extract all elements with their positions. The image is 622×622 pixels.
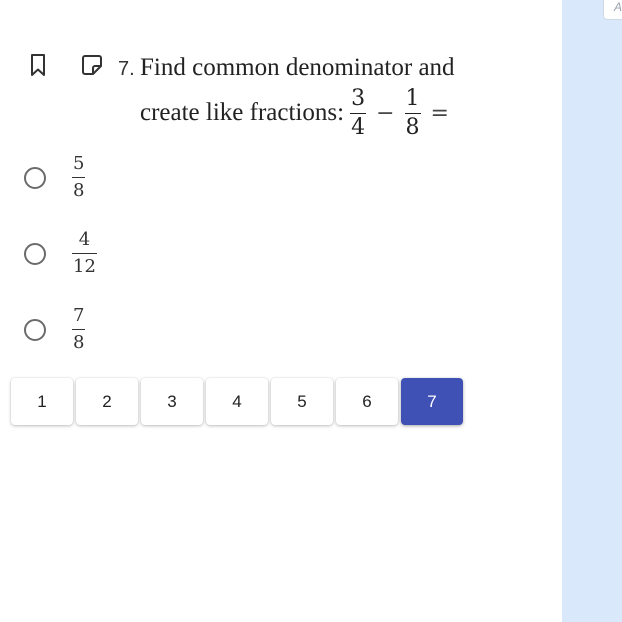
fraction-numerator: 1 [405,85,420,111]
bookmark-button[interactable] [25,53,51,82]
question-text-line1: Find common denominator and [140,54,455,81]
fraction-bar [72,253,97,254]
page-button-4[interactable]: 4 [206,378,268,425]
page-button-6[interactable]: 6 [336,378,398,425]
page-button-2[interactable]: 2 [76,378,138,425]
answer-option-2[interactable]: 4 12 [24,231,97,276]
page-button-7[interactable]: 7 [401,378,463,425]
option-fraction: 5 8 [72,153,86,201]
minus-operator: − [376,100,395,126]
fraction-denominator: 12 [73,256,96,277]
fraction-denominator: 8 [73,180,85,201]
question-fraction-right: 1 8 [404,85,421,140]
radio-button[interactable] [24,318,46,341]
side-panel [562,0,622,622]
option-fraction: 4 12 [72,231,97,276]
fraction-bar [72,329,86,330]
fraction-numerator: 5 [73,153,85,174]
note-icon [80,53,104,82]
note-button[interactable] [79,54,105,80]
fraction-bar [404,112,421,114]
fraction-numerator: 3 [351,85,366,111]
answer-option-1[interactable]: 5 8 [24,153,86,201]
equals-operator: = [430,100,449,126]
question-text-line2: create like fractions: 3 4 − 1 8 = [140,84,453,142]
question-fraction-left: 3 4 [350,85,367,140]
fraction-denominator: 8 [405,114,420,140]
question-pagination: 1 2 3 4 5 6 7 [11,378,466,425]
fraction-denominator: 8 [73,332,85,353]
fraction-numerator: 4 [78,229,91,250]
page-button-1[interactable]: 1 [11,378,73,425]
side-tab-label: A [614,0,622,14]
fraction-denominator: 4 [351,114,366,140]
bookmark-icon [27,53,49,82]
question-text-prefix: create like fractions: [140,99,345,126]
side-tab[interactable]: A [603,0,622,20]
radio-button[interactable] [24,166,46,189]
option-fraction: 7 8 [72,305,86,353]
question-number: 7. [118,58,135,80]
page-button-5[interactable]: 5 [271,378,333,425]
fraction-bar [350,112,367,114]
radio-button[interactable] [24,242,46,265]
fraction-numerator: 7 [73,305,85,326]
answer-option-3[interactable]: 7 8 [24,305,86,353]
page-button-3[interactable]: 3 [141,378,203,425]
fraction-bar [72,177,86,178]
